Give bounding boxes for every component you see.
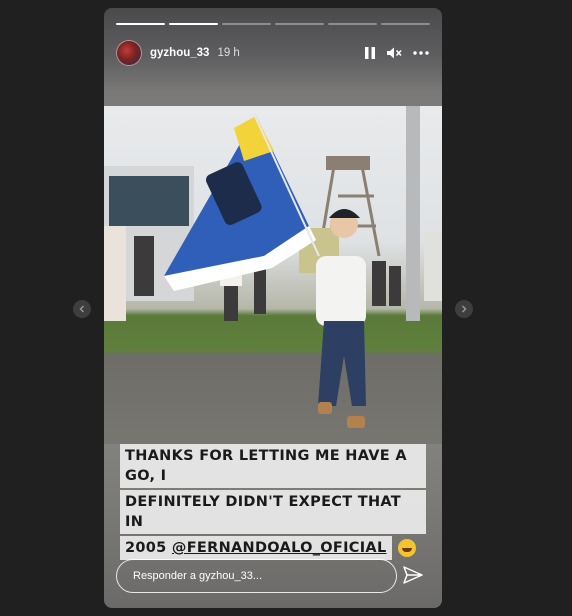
caption-line-3-prefix: 2005 (125, 540, 172, 556)
story-controls (364, 46, 430, 60)
speaker-muted-icon (387, 47, 402, 59)
progress-segment (222, 23, 271, 25)
pause-icon (365, 47, 375, 59)
post-time: 19 h (217, 47, 240, 59)
send-icon (403, 566, 423, 584)
previous-story-button[interactable] (73, 300, 91, 318)
progress-segment (381, 23, 430, 25)
pause-button[interactable] (364, 46, 376, 60)
story-viewer: gyzhou_33 19 h THANKS FOR LETTING ME HAV… (104, 8, 442, 608)
reply-input[interactable]: Responder a gyzhou_33... (116, 559, 397, 593)
send-button[interactable] (402, 565, 426, 587)
mention-link[interactable]: @FERNANDOALO_OFICIAL (172, 540, 387, 556)
progress-segment (169, 23, 218, 25)
username[interactable]: gyzhou_33 (150, 47, 209, 59)
more-options-icon (413, 51, 429, 55)
progress-segment (116, 23, 165, 25)
caption-line-3: 2005 @FERNANDOALO_OFICIAL (120, 536, 392, 560)
rolling-laughing-emoji-icon (397, 538, 416, 557)
story-header: gyzhou_33 19 h (116, 35, 430, 71)
story-progress-bar (116, 23, 430, 25)
progress-segment (275, 23, 324, 25)
progress-segment (328, 23, 377, 25)
next-story-button[interactable] (455, 300, 473, 318)
photo-scene (104, 106, 442, 428)
chevron-right-icon (462, 305, 467, 313)
story-caption: THANKS FOR LETTING ME HAVE A GO, I DEFIN… (120, 444, 426, 562)
progress-segment-fill (169, 23, 218, 25)
chevron-left-icon (79, 305, 84, 313)
caption-line-1: THANKS FOR LETTING ME HAVE A GO, I (120, 444, 426, 488)
avatar[interactable] (116, 40, 142, 66)
story-photo (104, 106, 442, 444)
caption-line-2: DEFINITELY DIDN'T EXPECT THAT IN (120, 490, 426, 534)
progress-segment-fill (116, 23, 165, 25)
mute-button[interactable] (386, 46, 402, 60)
more-options-button[interactable] (412, 50, 430, 56)
reply-placeholder: Responder a gyzhou_33... (133, 570, 263, 582)
